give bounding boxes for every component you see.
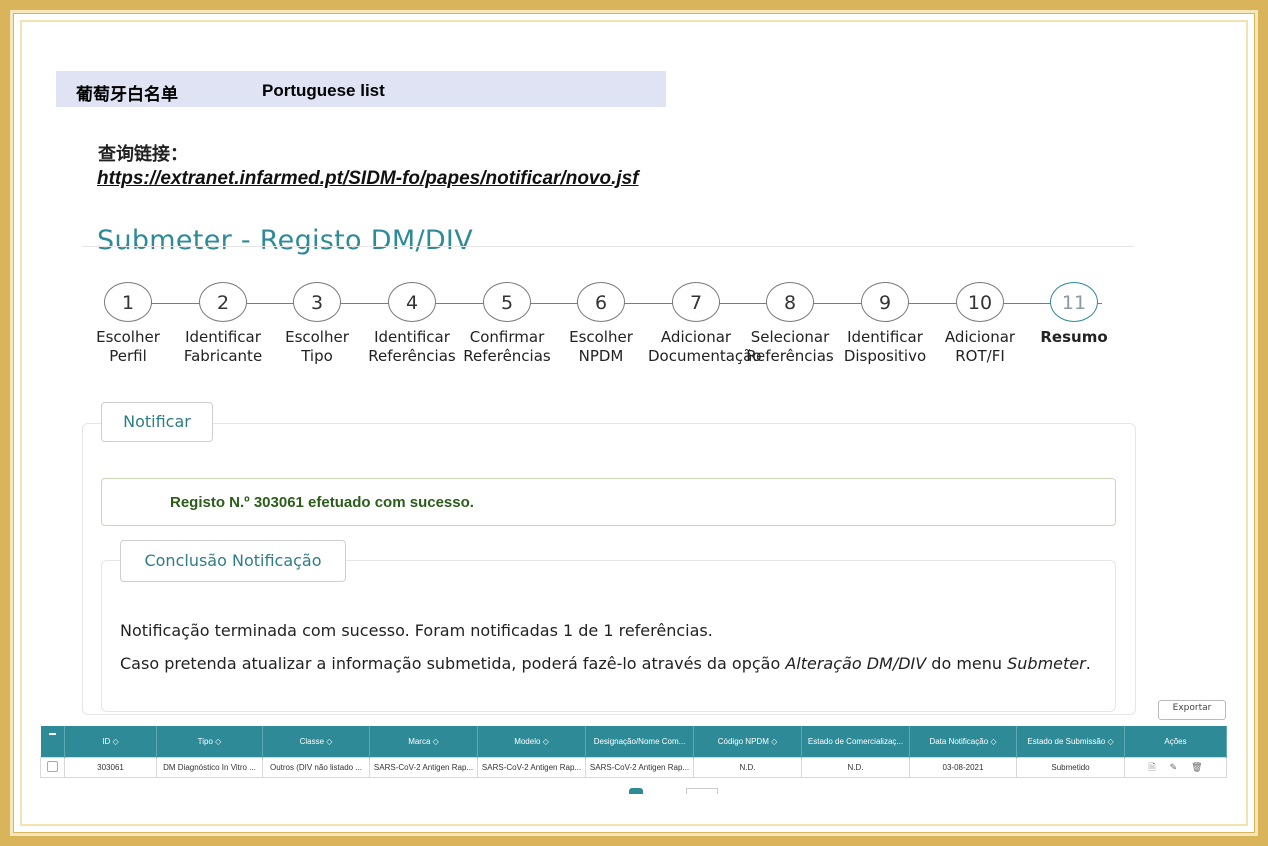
export-button[interactable]: Exportar — [1158, 700, 1226, 720]
document-icon[interactable]: 🗎 — [1148, 760, 1155, 776]
conclusion-text: Notificação terminada com sucesso. Foram… — [120, 621, 713, 640]
step-label: Adicionar ROT/FI — [944, 328, 1016, 365]
step-label: Identificar Referências — [368, 328, 456, 365]
cell-data-notificacao: 03-08-2021 — [909, 757, 1017, 778]
wizard-stepper: 1 Escolher Perfil 2 Identificar Fabrican… — [80, 282, 1140, 382]
column-header-marca[interactable]: Marca ◇ — [369, 726, 478, 758]
step-10[interactable]: 10 Adicionar ROT/FI — [932, 282, 1028, 366]
notifications-table: ID ◇ Tipo ◇ Classe ◇ Marca ◇ Modelo ◇ De… — [40, 726, 1227, 778]
edit-icon[interactable]: ✎ — [1170, 762, 1178, 773]
step-7[interactable]: 7 Adicionar Documentação — [648, 282, 762, 366]
cell-estado-submissao: Submetido — [1016, 757, 1125, 778]
step-label: Selecionar Referências — [746, 328, 834, 365]
tab-notificar[interactable]: Notificar — [101, 402, 213, 442]
tab-conclusao-notificacao[interactable]: Conclusão Notificação — [120, 540, 346, 582]
step-label: Confirmar Referências — [463, 328, 551, 365]
step-circle: 7 — [672, 282, 720, 322]
cell-marca: SARS-CoV-2 Antigen Rap... — [369, 757, 478, 778]
step-3[interactable]: 3 Escolher Tipo — [269, 282, 365, 366]
step-label: Escolher Perfil — [96, 328, 160, 365]
cell-tipo: DM Diagnóstico In Vitro ... — [156, 757, 263, 778]
step-label: Escolher Tipo — [285, 328, 349, 365]
column-header-classe[interactable]: Classe ◇ — [262, 726, 370, 758]
cell-id: 303061 — [64, 757, 157, 778]
step-11-current[interactable]: 11 Resumo — [1026, 282, 1122, 347]
step-circle: 8 — [766, 282, 814, 322]
list-icon — [48, 732, 56, 749]
cell-acoes: 🗎 ✎ 🗑 — [1124, 757, 1227, 778]
column-header-acoes: Ações — [1124, 726, 1227, 758]
update-text-b: do menu — [926, 654, 1008, 673]
pagination-size-select[interactable] — [686, 788, 718, 794]
column-header-estado-submissao[interactable]: Estado de Submissão ◇ — [1016, 726, 1125, 758]
step-label: Identificar Dispositivo — [843, 328, 927, 365]
submeter-menu: Submeter — [1007, 654, 1086, 673]
select-all-toggle[interactable] — [40, 726, 65, 758]
header-title-cn: 葡萄牙白名单 — [76, 85, 178, 105]
column-header-designacao[interactable]: Designação/Nome Com... — [585, 726, 694, 758]
step-label: Escolher NPDM — [569, 328, 633, 365]
query-label: 查询链接： — [98, 144, 188, 165]
step-circle: 5 — [483, 282, 531, 322]
step-circle: 3 — [293, 282, 341, 322]
column-header-estado-comercializacao[interactable]: Estado de Comercializaç... — [801, 726, 910, 758]
cell-codigo-npdm: N.D. — [693, 757, 802, 778]
step-circle: 2 — [199, 282, 247, 322]
step-9[interactable]: 9 Identificar Dispositivo — [837, 282, 933, 366]
column-header-modelo[interactable]: Modelo ◇ — [477, 726, 586, 758]
checkbox[interactable] — [47, 761, 58, 772]
cell-modelo: SARS-CoV-2 Antigen Rap... — [477, 757, 586, 778]
cell-classe: Outros (DIV não listado ... — [262, 757, 370, 778]
step-circle: 11 — [1050, 282, 1098, 322]
trash-icon[interactable]: 🗑 — [1191, 762, 1202, 773]
step-circle: 1 — [104, 282, 152, 322]
step-1[interactable]: 1 Escolher Perfil — [80, 282, 176, 366]
success-message: Registo N.º 303061 efetuado com sucesso. — [170, 494, 474, 511]
step-8[interactable]: 8 Selecionar Referências — [742, 282, 838, 366]
step-circle: 6 — [577, 282, 625, 322]
row-checkbox[interactable] — [40, 757, 65, 778]
column-header-tipo[interactable]: Tipo ◇ — [156, 726, 263, 758]
step-4[interactable]: 4 Identificar Referências — [364, 282, 460, 366]
alteracao-option: Alteração DM/DIV — [785, 654, 927, 673]
header-title-en: Portuguese list — [262, 81, 385, 100]
step-circle: 10 — [956, 282, 1004, 322]
cell-estado-comercializacao: N.D. — [801, 757, 910, 778]
step-5[interactable]: 5 Confirmar Referências — [459, 282, 555, 366]
column-header-id[interactable]: ID ◇ — [64, 726, 157, 758]
step-circle: 9 — [861, 282, 909, 322]
update-instructions: Caso pretenda atualizar a informação sub… — [120, 654, 1094, 674]
update-text-a: Caso pretenda atualizar a informação sub… — [120, 654, 786, 673]
update-text-c: . — [1085, 654, 1091, 673]
column-header-codigo-npdm[interactable]: Código NPDM ◇ — [693, 726, 802, 758]
step-circle: 4 — [388, 282, 436, 322]
cell-designacao: SARS-CoV-2 Antigen Rap... — [585, 757, 694, 778]
title-divider — [82, 246, 1134, 247]
step-2[interactable]: 2 Identificar Fabricante — [175, 282, 271, 366]
table-header-row: ID ◇ Tipo ◇ Classe ◇ Marca ◇ Modelo ◇ De… — [40, 726, 1227, 758]
step-label: Resumo — [1040, 328, 1108, 346]
step-6[interactable]: 6 Escolher NPDM — [553, 282, 649, 366]
step-label: Adicionar Documentação — [648, 328, 762, 365]
table-row: 303061 DM Diagnóstico In Vitro ... Outro… — [40, 757, 1227, 778]
column-header-data-notificacao[interactable]: Data Notificação ◇ — [909, 726, 1017, 758]
page-title: Submeter - Registo DM/DIV — [97, 225, 473, 257]
step-label: Identificar Fabricante — [183, 328, 263, 365]
query-link[interactable]: https://extranet.infarmed.pt/SIDM-fo/pap… — [97, 168, 639, 190]
pagination-current[interactable] — [629, 788, 643, 794]
